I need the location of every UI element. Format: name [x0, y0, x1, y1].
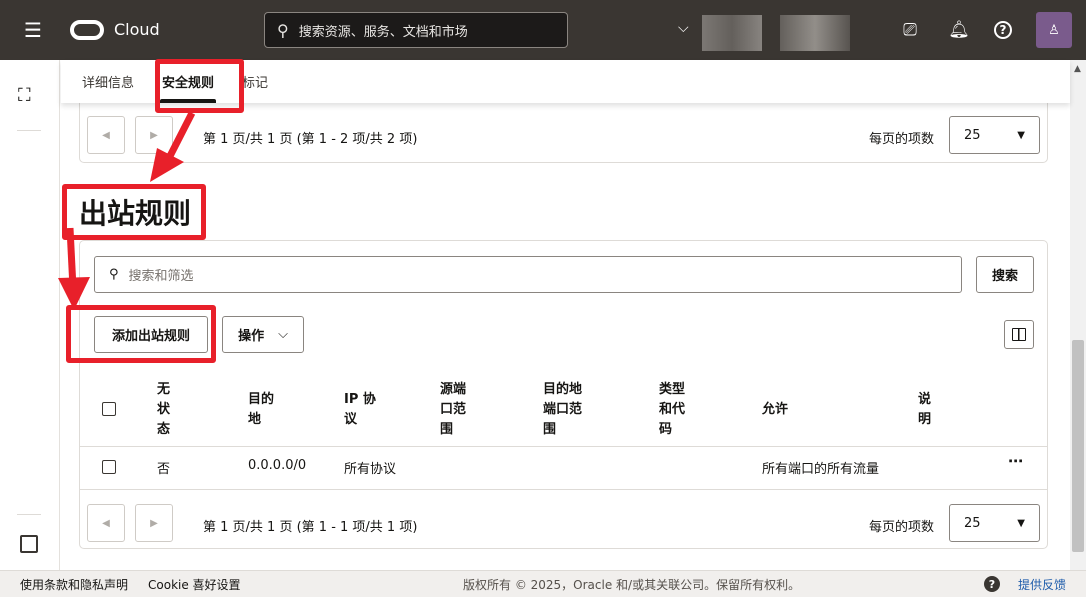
annotation-arrows [0, 0, 1086, 597]
